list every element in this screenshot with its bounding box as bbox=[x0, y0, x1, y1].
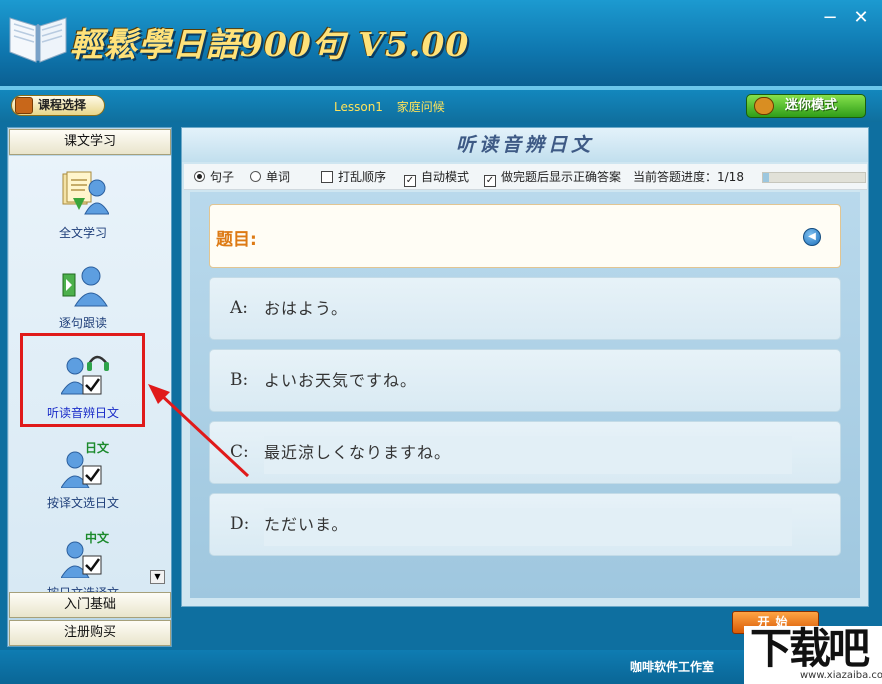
sidebar-item-label: 按译文选日文 bbox=[46, 496, 119, 510]
checkbox-unchecked-icon bbox=[321, 171, 333, 183]
category-register[interactable]: 注册购买 bbox=[9, 620, 171, 646]
category-text-learning[interactable]: 课文学习 bbox=[9, 129, 171, 155]
sentence-label: 句子 bbox=[210, 170, 235, 184]
word-label: 单词 bbox=[266, 170, 291, 184]
question-label: 题目: bbox=[216, 230, 257, 250]
auto-mode-checkbox[interactable]: ✓ 自动模式 bbox=[404, 169, 470, 187]
answer-option-b[interactable]: B: よいお天気ですね。 bbox=[209, 349, 841, 412]
radio-unselected-icon bbox=[250, 171, 261, 182]
word-radio[interactable]: 单词 bbox=[250, 169, 290, 185]
minimize-button[interactable]: − bbox=[820, 8, 840, 28]
sidebar-item-label: 全文学习 bbox=[58, 226, 107, 240]
answer-letter: C: bbox=[230, 442, 249, 462]
progress-label: 当前答题进度：1/18 bbox=[633, 170, 744, 184]
lesson-number: Lesson1 bbox=[334, 100, 383, 114]
badge-text: 日文 bbox=[85, 440, 109, 455]
chinese-person-icon: 中文 bbox=[61, 530, 109, 578]
sentence-radio[interactable]: 句子 bbox=[194, 169, 234, 185]
options-bar: 句子 单词 打乱顺序 ✓ 自动模式 ✓ 做完题后显示正确答案 当前答题进度：1/18 bbox=[184, 164, 867, 190]
shuffle-checkbox[interactable]: 打乱顺序 bbox=[321, 169, 386, 185]
quiz-area: 题目: ◀ A: おはよう。 B: よいお天気ですね。 C: 最近涼しくなります… bbox=[190, 192, 860, 598]
badge-text: 中文 bbox=[85, 530, 109, 545]
radio-selected-icon bbox=[194, 171, 205, 182]
sidebar-item-by-translation[interactable]: 日文 按译文选日文 bbox=[9, 436, 157, 524]
answer-letter: A: bbox=[230, 298, 249, 318]
progress-bar bbox=[762, 172, 866, 183]
answer-option-a[interactable]: A: おはよう。 bbox=[209, 277, 841, 340]
answer-option-c[interactable]: C: 最近涼しくなりますね。 bbox=[209, 421, 841, 484]
question-card: 题目: ◀ bbox=[209, 204, 841, 268]
answer-text: よいお天気ですね。 bbox=[264, 371, 418, 390]
course-book-icon bbox=[15, 97, 33, 114]
answer-option-d[interactable]: D: ただいま。 bbox=[209, 493, 841, 556]
lesson-title: 家庭问候 bbox=[396, 100, 445, 114]
play-person-icon bbox=[62, 266, 108, 307]
sidebar-item-full-text[interactable]: 全文学习 bbox=[9, 166, 157, 254]
section-title: 听读音辨日文 bbox=[182, 128, 868, 162]
document-person-icon bbox=[62, 171, 109, 215]
title-bar: 輕鬆學日語900句 V5.00 − ✕ bbox=[0, 0, 882, 90]
auto-mode-label: 自动模式 bbox=[421, 170, 470, 184]
mini-mode-button[interactable]: 迷你模式 bbox=[746, 94, 866, 118]
scroll-down-arrow-icon[interactable]: ▼ bbox=[150, 570, 165, 584]
watermark: 下载吧 www.xiazaiba.com bbox=[744, 626, 882, 684]
speaker-icon[interactable]: ◀ bbox=[803, 228, 821, 246]
answer-letter: B: bbox=[230, 370, 249, 390]
answer-text: 最近涼しくなりますね。 bbox=[264, 443, 452, 462]
book-logo-icon bbox=[9, 17, 67, 63]
answer-text: おはよう。 bbox=[264, 299, 349, 318]
answer-letter: D: bbox=[230, 514, 250, 534]
mini-mode-label: 迷你模式 bbox=[785, 98, 838, 113]
show-answer-label: 做完题后显示正确答案 bbox=[501, 170, 622, 184]
close-button[interactable]: ✕ bbox=[851, 8, 871, 28]
watermark-logo: 下载吧 bbox=[750, 624, 870, 673]
sidebar-item-by-japanese[interactable]: 中文 按日文选译文 bbox=[9, 526, 157, 592]
checkbox-checked-icon: ✓ bbox=[484, 175, 496, 187]
sidebar-item-label: 逐句跟读 bbox=[58, 316, 107, 330]
toolbar: 课程选择 Lesson1 家庭问候 迷你模式 bbox=[0, 90, 882, 122]
sidebar-item-follow-read[interactable]: 逐句跟读 bbox=[9, 256, 157, 344]
category-basics[interactable]: 入门基础 bbox=[9, 592, 171, 618]
studio-name: 咖啡软件工作室 bbox=[630, 660, 715, 674]
course-select-button[interactable]: 课程选择 bbox=[11, 95, 105, 116]
course-select-label: 课程选择 bbox=[38, 98, 87, 112]
checkbox-checked-icon: ✓ bbox=[404, 175, 416, 187]
sidebar-item-label: 按日文选译文 bbox=[9, 584, 157, 592]
japanese-person-icon: 日文 bbox=[61, 440, 109, 488]
app-title: 輕鬆學日語900句 V5.00 bbox=[70, 25, 470, 64]
highlight-annotation-box bbox=[20, 333, 145, 427]
progress-fill bbox=[763, 173, 769, 182]
lesson-indicator: Lesson1 家庭问候 bbox=[334, 98, 455, 115]
main-panel: 听读音辨日文 句子 单词 打乱顺序 ✓ 自动模式 ✓ 做完题后显示正确答案 当前答题… bbox=[181, 127, 869, 607]
answer-text: ただいま。 bbox=[264, 515, 349, 534]
show-answer-checkbox[interactable]: ✓ 做完题后显示正确答案 bbox=[484, 169, 622, 187]
film-reel-icon bbox=[754, 97, 774, 115]
watermark-url: www.xiazaiba.com bbox=[800, 670, 882, 681]
shuffle-label: 打乱顺序 bbox=[338, 170, 387, 184]
